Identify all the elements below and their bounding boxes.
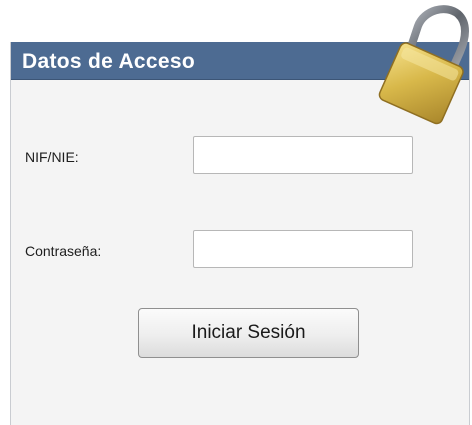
- panel-title: Datos de Acceso: [22, 50, 195, 73]
- password-label: Contraseña:: [25, 243, 102, 259]
- nif-label: NIF/NIE:: [25, 149, 79, 165]
- password-input[interactable]: [193, 230, 413, 268]
- login-button[interactable]: Iniciar Sesión: [138, 308, 359, 358]
- padlock-icon: [378, 5, 469, 125]
- nif-input[interactable]: [193, 136, 413, 174]
